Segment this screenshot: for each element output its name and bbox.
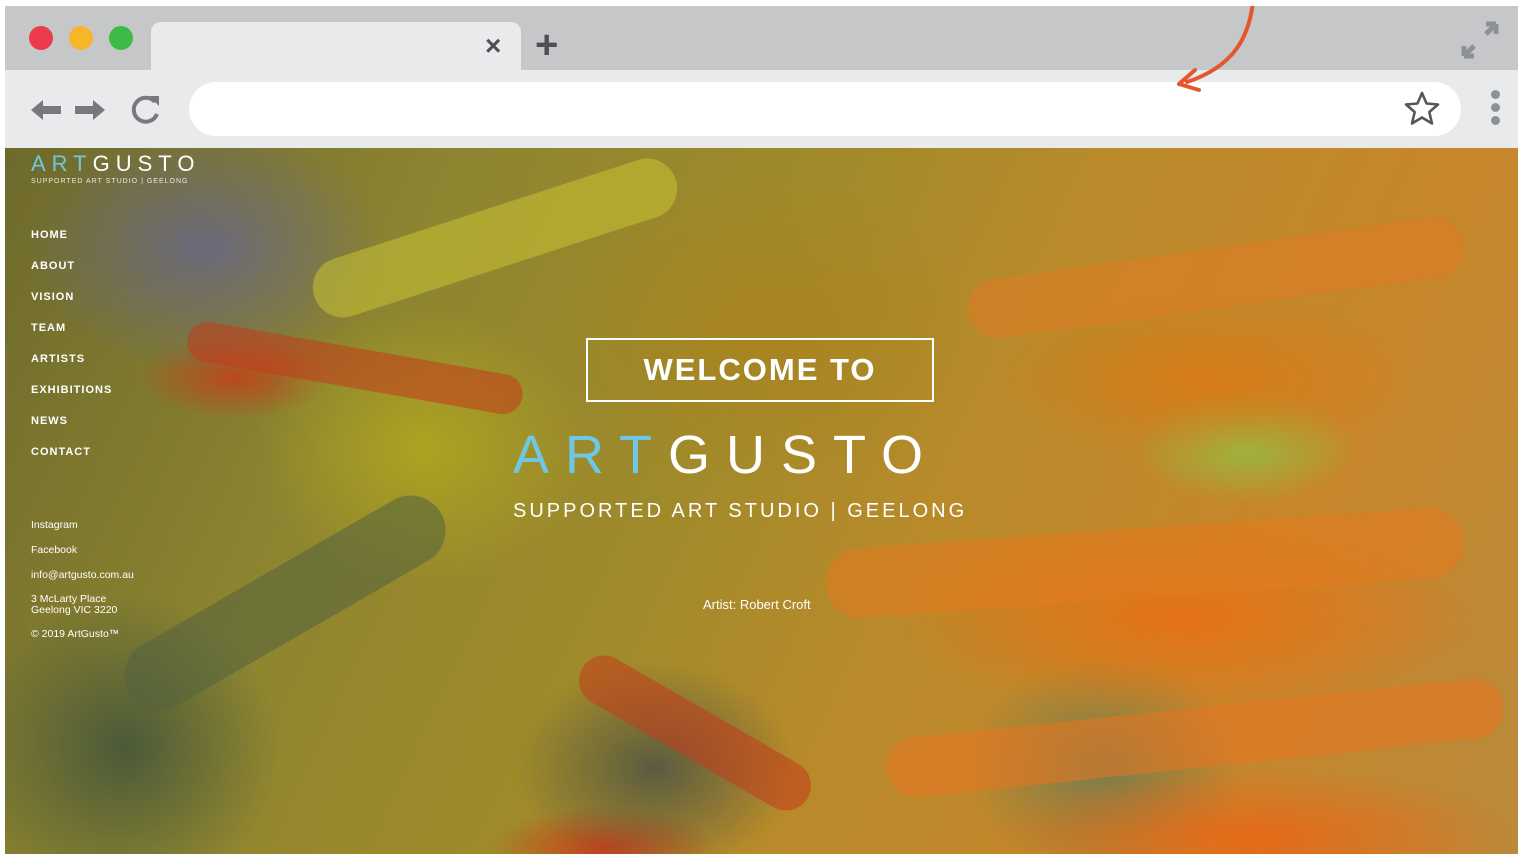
nav-item-exhibitions[interactable]: EXHIBITIONS [31,383,112,397]
browser-tab[interactable] [151,22,521,74]
paint-stroke [305,150,685,326]
logo-art-text: ART [31,151,93,176]
url-input[interactable] [213,92,1397,128]
forward-arrow-icon[interactable] [71,92,107,128]
tab-close-button[interactable]: × [485,30,501,62]
logo-subtitle: SUPPORTED ART STUDIO | GEELONG [31,178,189,185]
facebook-link[interactable]: Facebook [31,544,134,556]
address-bar[interactable] [189,82,1461,136]
back-arrow-icon[interactable] [29,92,65,128]
site-logo[interactable]: ARTGUSTO SUPPORTED ART STUDIO | GEELONG [31,151,201,186]
kebab-menu-icon[interactable] [1488,90,1502,130]
nav-item-about[interactable]: ABOUT [31,259,112,273]
nav-item-home[interactable]: HOME [31,228,112,242]
reload-icon[interactable] [127,92,163,128]
paint-stroke [184,318,526,418]
nav-item-news[interactable]: NEWS [31,414,112,428]
welcome-banner: WELCOME TO [586,338,934,402]
maximize-window-button[interactable] [109,26,133,50]
hero-tagline: SUPPORTED ART STUDIO | GEELONG [513,500,968,522]
contact-links: Instagram Facebook info@artgusto.com.au … [31,519,134,653]
paint-stroke [111,482,459,724]
copyright-text: © 2019 ArtGusto™ [31,628,120,640]
close-window-button[interactable] [29,26,53,50]
paint-stroke [883,675,1507,801]
nav-item-artists[interactable]: ARTISTS [31,352,112,366]
hero-brand-art: ART [513,425,669,485]
site-nav: HOME ABOUT VISION TEAM ARTISTS EXHIBITIO… [31,228,112,476]
star-icon[interactable] [1403,90,1441,128]
tab-bar: × + [5,6,1518,74]
address-line-2: Geelong VIC 3220 [31,604,118,616]
website-viewport: ARTGUSTO SUPPORTED ART STUDIO | GEELONG … [5,148,1518,854]
minimize-window-button[interactable] [69,26,93,50]
welcome-text: WELCOME TO [643,352,877,387]
nav-item-team[interactable]: TEAM [31,321,112,335]
nav-item-vision[interactable]: VISION [31,290,112,304]
email-link[interactable]: info@artgusto.com.au [31,569,134,581]
hero-brand-gusto: GUSTO [668,425,940,485]
expand-icon[interactable] [1460,20,1500,60]
nav-item-contact[interactable]: CONTACT [31,445,112,459]
hero-brand: ARTGUSTO [513,424,1013,486]
logo-gusto-text: GUSTO [92,151,201,176]
paint-stroke [963,213,1467,343]
paint-stroke [569,646,821,820]
browser-toolbar [5,70,1518,148]
new-tab-button[interactable]: + [535,24,558,66]
instagram-link[interactable]: Instagram [31,519,134,531]
postal-address: 3 McLarty Place Geelong VIC 3220 [31,594,134,616]
artist-credit: Artist: Robert Croft [703,597,811,612]
